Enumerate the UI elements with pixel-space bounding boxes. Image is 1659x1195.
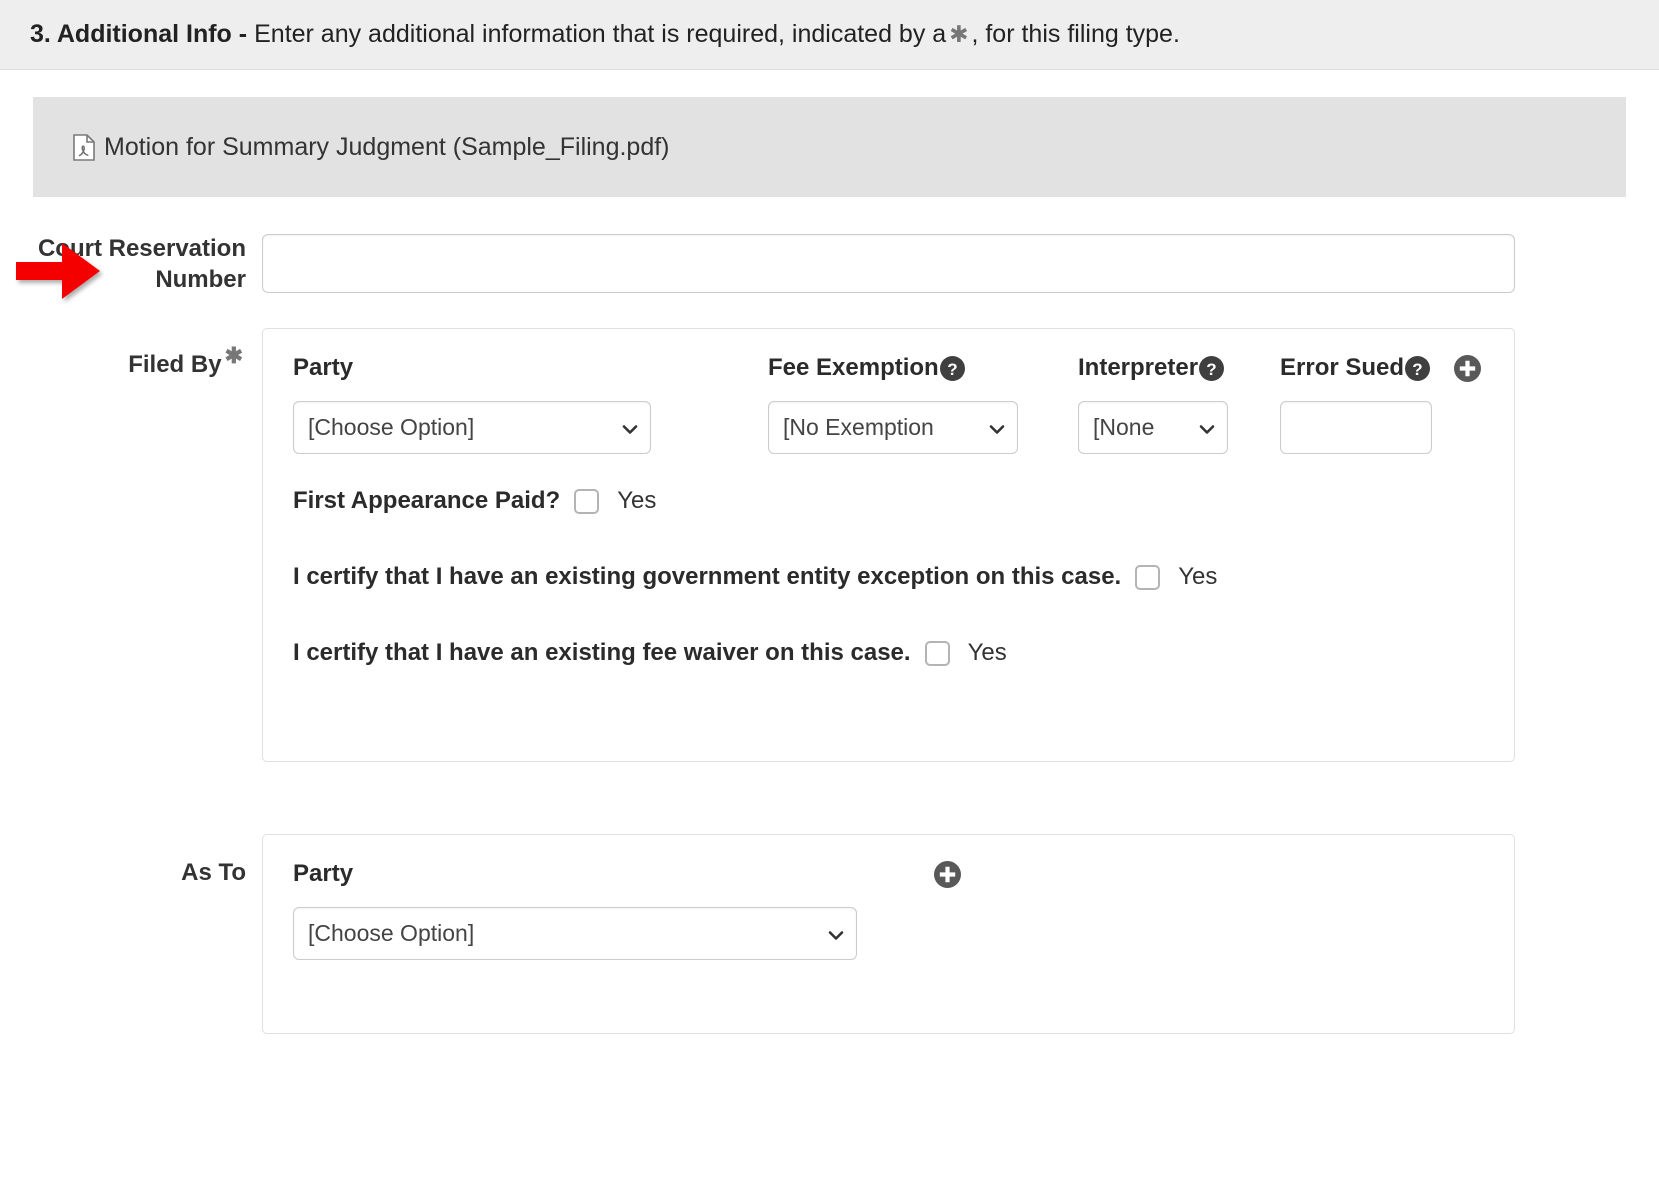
as-to-label: As To — [181, 859, 246, 887]
fee-waiver-yes-label: Yes — [967, 639, 1007, 667]
filed-by-panel: Party [Choose Option] Fee Exemption ? [N… — [262, 328, 1515, 763]
error-sued-column: Error Sued ? — [1280, 351, 1432, 455]
as-to-fields-grid: Party [Choose Option] — [293, 857, 1484, 961]
error-sued-header-label: Error Sued — [1280, 354, 1405, 382]
fee-waiver-checkbox[interactable] — [924, 640, 950, 666]
government-entity-exception-yes-label: Yes — [1178, 563, 1218, 591]
as-to-party-header: Party — [293, 857, 933, 891]
attachment-label: Motion for Summary Judgment (Sample_Fili… — [104, 132, 670, 161]
fee-waiver-row: I certify that I have an existing fee wa… — [293, 639, 1484, 667]
fee-exemption-column: Fee Exemption ? [No Exemption — [768, 351, 1018, 455]
attachment-bar[interactable]: Motion for Summary Judgment (Sample_Fili… — [33, 97, 1626, 197]
government-entity-exception-row: I certify that I have an existing govern… — [293, 563, 1484, 591]
party-select-value: [Choose Option] — [308, 414, 475, 441]
as-to-party-select[interactable]: [Choose Option] — [293, 907, 857, 961]
required-asterisk-icon: ✱ — [949, 21, 969, 47]
party-header-label: Party — [293, 354, 354, 382]
filed-by-required-asterisk-icon: ✱ — [224, 343, 243, 369]
chevron-down-icon — [620, 418, 640, 438]
as-to-row: As To Party [Choose Option] — [0, 834, 1659, 1035]
fee-exemption-select[interactable]: [No Exemption — [768, 401, 1018, 455]
fee-exemption-help-icon[interactable]: ? — [939, 355, 966, 382]
fee-waiver-label: I certify that I have an existing fee wa… — [293, 639, 911, 667]
government-entity-exception-checkbox[interactable] — [1135, 564, 1161, 590]
svg-text:?: ? — [1206, 360, 1216, 379]
svg-text:?: ? — [1412, 360, 1422, 379]
section-number: 3. Additional Info - — [30, 20, 248, 48]
first-appearance-paid-checkbox[interactable] — [574, 488, 600, 514]
section-description-after: , for this filing type. — [971, 20, 1180, 48]
first-appearance-paid-row: First Appearance Paid? Yes — [293, 487, 1484, 515]
party-header: Party — [293, 351, 711, 385]
section-description-before: Enter any additional information that is… — [254, 20, 947, 48]
court-reservation-number-input[interactable] — [262, 234, 1515, 293]
filed-by-row: Filed By ✱ Party [Choose Option] Fee Exe… — [0, 328, 1659, 763]
interpreter-select[interactable]: [None — [1078, 401, 1228, 455]
fee-exemption-header: Fee Exemption ? — [768, 351, 1018, 385]
add-as-to-party-row-icon[interactable] — [933, 860, 962, 889]
add-party-row-icon[interactable] — [1453, 354, 1482, 383]
chevron-down-icon — [1197, 418, 1217, 438]
interpreter-help-icon[interactable]: ? — [1198, 355, 1225, 382]
first-appearance-paid-label: First Appearance Paid? — [293, 487, 561, 515]
as-to-add-column — [933, 857, 973, 907]
interpreter-header: Interpreter ? — [1078, 351, 1228, 385]
filed-by-fields-grid: Party [Choose Option] Fee Exemption ? [N… — [293, 351, 1484, 455]
fee-exemption-select-value: [No Exemption — [783, 414, 934, 441]
court-reservation-number-row: Court Reservation Number — [0, 234, 1659, 295]
party-column: Party [Choose Option] — [293, 351, 711, 455]
pdf-file-icon — [73, 133, 95, 161]
filed-by-add-column — [1453, 351, 1513, 401]
as-to-party-column: Party [Choose Option] — [293, 857, 933, 961]
chevron-down-icon — [826, 924, 846, 944]
interpreter-select-value: [None — [1093, 414, 1155, 441]
as-to-add-wrap — [933, 857, 973, 891]
government-entity-exception-label: I certify that I have an existing govern… — [293, 563, 1122, 591]
section-header: 3. Additional Info - Enter any additiona… — [0, 0, 1659, 70]
filed-by-add-wrap — [1453, 351, 1513, 385]
svg-text:?: ? — [947, 360, 957, 379]
fee-exemption-header-label: Fee Exemption — [768, 354, 939, 382]
error-sued-input[interactable] — [1280, 401, 1432, 455]
red-right-arrow-icon — [14, 236, 104, 306]
error-sued-help-icon[interactable]: ? — [1404, 355, 1431, 382]
as-to-party-select-value: [Choose Option] — [308, 920, 475, 947]
filed-by-label: Filed By ✱ — [0, 328, 262, 381]
as-to-party-header-label: Party — [293, 860, 354, 888]
error-sued-header: Error Sued ? — [1280, 351, 1432, 385]
as-to-panel: Party [Choose Option] — [262, 834, 1515, 1035]
interpreter-header-label: Interpreter — [1078, 354, 1199, 382]
chevron-down-icon — [987, 418, 1007, 438]
party-select[interactable]: [Choose Option] — [293, 401, 651, 455]
interpreter-column: Interpreter ? [None — [1078, 351, 1228, 455]
first-appearance-paid-yes-label: Yes — [617, 487, 657, 515]
filed-by-label-text: Filed By — [128, 351, 222, 379]
